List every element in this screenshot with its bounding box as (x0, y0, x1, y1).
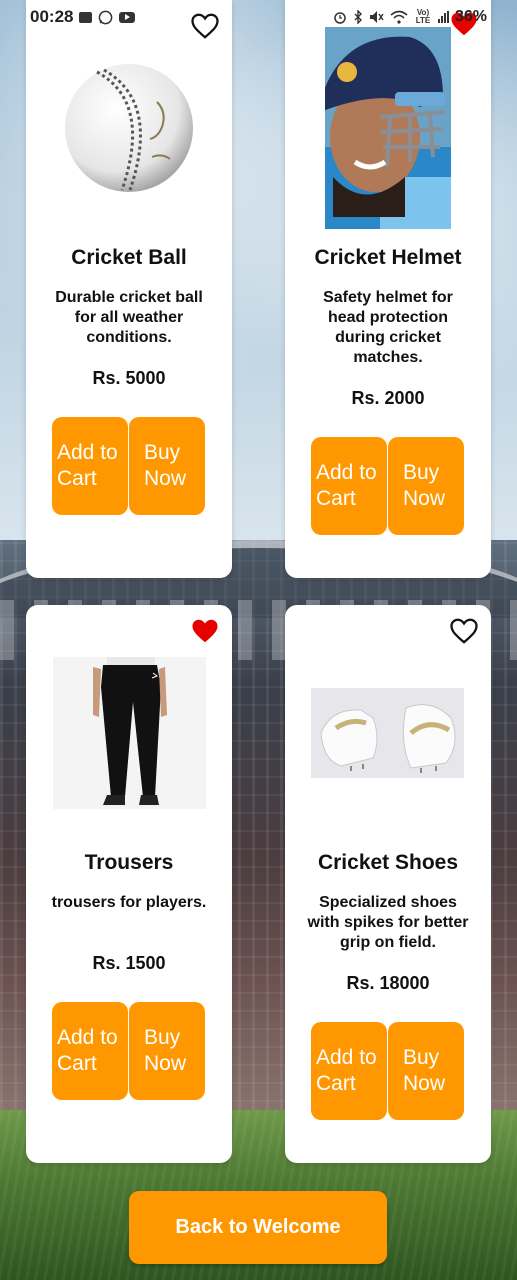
buy-now-button[interactable]: Buy Now (129, 417, 205, 515)
buy-now-button[interactable]: Buy Now (388, 437, 464, 535)
wifi-icon (390, 10, 408, 24)
battery-level: 36% (454, 8, 487, 25)
product-actions: Add to Cart Buy Now (52, 1002, 206, 1100)
product-price: Rs. 18000 (346, 973, 430, 993)
product-actions: Add to Cart Buy Now (311, 1022, 465, 1120)
trousers-image (53, 657, 206, 809)
product-title: Cricket Shoes (317, 851, 459, 874)
cricket-ball-image (65, 64, 193, 192)
status-left: 00:28 (30, 7, 136, 27)
product-card-trousers: Trousers trousers for players. Rs. 1500 … (26, 605, 232, 1163)
add-to-cart-button[interactable]: Add to Cart (52, 1002, 128, 1100)
add-to-cart-button[interactable]: Add to Cart (311, 1022, 387, 1120)
product-title: Cricket Helmet (314, 246, 462, 269)
product-actions: Add to Cart Buy Now (311, 437, 465, 535)
whatsapp-icon (98, 10, 113, 25)
product-card-cricket-ball: Cricket Ball Durable cricket ball for al… (26, 0, 232, 578)
status-right: Vo) LTE 36% (333, 8, 487, 26)
product-description: Safety helmet for head protection during… (323, 289, 453, 366)
heart-outline-icon[interactable] (449, 617, 479, 645)
network-type-label: Vo) LTE (415, 8, 431, 25)
signal-icon (437, 11, 449, 23)
youtube-icon (119, 11, 136, 23)
product-price: Rs. 5000 (92, 368, 166, 388)
cricket-shoes-image (311, 688, 464, 778)
buy-now-button[interactable]: Buy Now (129, 1002, 205, 1100)
product-card-cricket-helmet: Cricket Helmet Safety helmet for head pr… (285, 0, 491, 578)
product-description: trousers for players. (51, 894, 207, 911)
add-to-cart-button[interactable]: Add to Cart (311, 437, 387, 535)
product-price: Rs. 2000 (351, 388, 425, 408)
product-title: Trousers (84, 851, 174, 874)
bluetooth-icon (353, 10, 363, 24)
product-card-cricket-shoes: Cricket Shoes Specialized shoes with spi… (285, 605, 491, 1163)
product-title: Cricket Ball (71, 246, 187, 269)
product-actions: Add to Cart Buy Now (52, 417, 206, 515)
buy-now-button[interactable]: Buy Now (388, 1022, 464, 1120)
gallery-icon (79, 11, 93, 23)
mute-icon (369, 10, 384, 24)
product-description: Durable cricket ball for all weather con… (55, 289, 203, 346)
heart-filled-icon[interactable] (190, 617, 220, 645)
product-description: Specialized shoes with spikes for better… (307, 894, 469, 951)
cricket-helmet-image (325, 27, 451, 229)
status-time: 00:28 (30, 7, 74, 26)
product-price: Rs. 1500 (92, 953, 166, 973)
back-to-welcome-button[interactable]: Back to Welcome (129, 1191, 387, 1264)
alarm-icon (333, 10, 347, 24)
add-to-cart-button[interactable]: Add to Cart (52, 417, 128, 515)
status-bar: 00:28 Vo) LTE 36% (0, 0, 517, 34)
